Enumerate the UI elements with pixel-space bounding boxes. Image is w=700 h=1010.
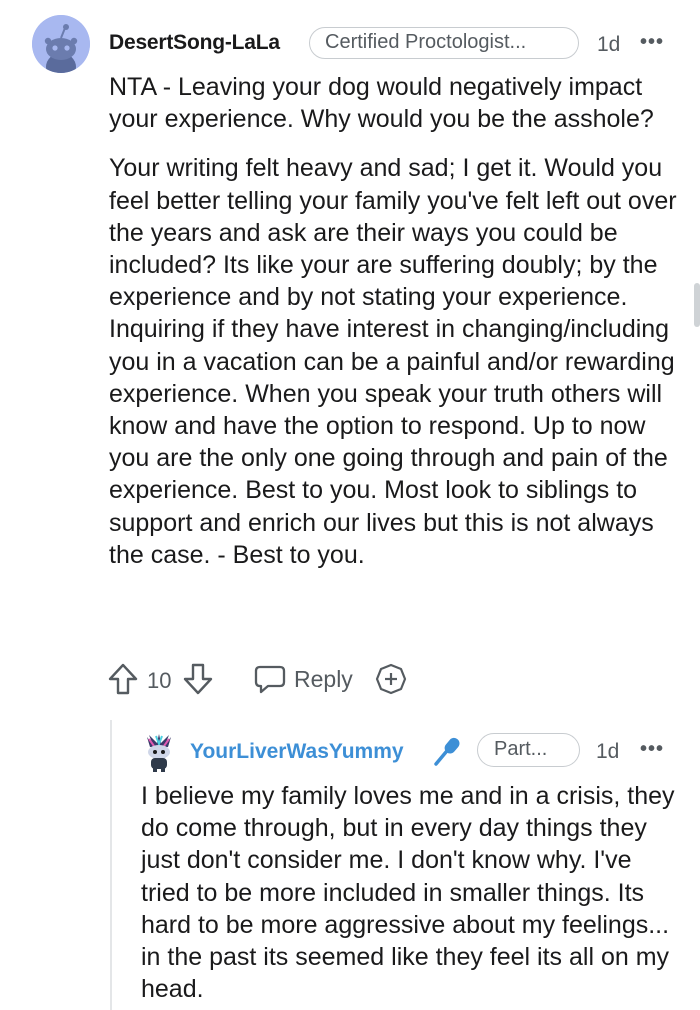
microphone-icon [432,735,464,767]
thread-line[interactable] [110,720,112,1010]
user-flair: Part... [477,733,580,767]
reply-body: I believe my family loves me and in a cr… [141,780,686,1005]
comment-timestamp: 1d [597,33,621,56]
downvote-arrow-icon [183,663,213,695]
reply-label: Reply [294,665,353,692]
upvote-arrow-icon [108,663,138,695]
reply-button[interactable]: Reply [254,664,353,694]
avatar[interactable] [32,15,90,73]
snoo-avatar-icon [147,734,171,772]
chat-bubble-icon [254,665,286,694]
more-options-button[interactable]: ••• [640,31,664,54]
award-plus-icon [375,663,407,695]
comment-body: NTA - Leaving your dog would negatively … [109,71,684,571]
comment-username[interactable]: DesertSong-LaLa [109,31,280,55]
comment-paragraph: NTA - Leaving your dog would negatively … [109,73,654,134]
more-options-button[interactable]: ••• [640,738,664,761]
upvote-button[interactable] [108,663,138,695]
reply-avatar[interactable] [144,733,174,773]
award-button[interactable] [375,663,407,695]
snoo-avatar-icon [32,15,90,73]
vote-count: 10 [147,668,172,693]
reply-username[interactable]: YourLiverWasYummy [190,740,404,764]
downvote-button[interactable] [183,663,213,695]
scrollbar[interactable] [694,283,700,327]
user-flair: Certified Proctologist... [309,27,579,59]
reply-timestamp: 1d [596,740,620,763]
comment-paragraph: Your writing felt heavy and sad; I get i… [109,154,677,569]
reply-paragraph: I believe my family loves me and in a cr… [141,782,675,1004]
